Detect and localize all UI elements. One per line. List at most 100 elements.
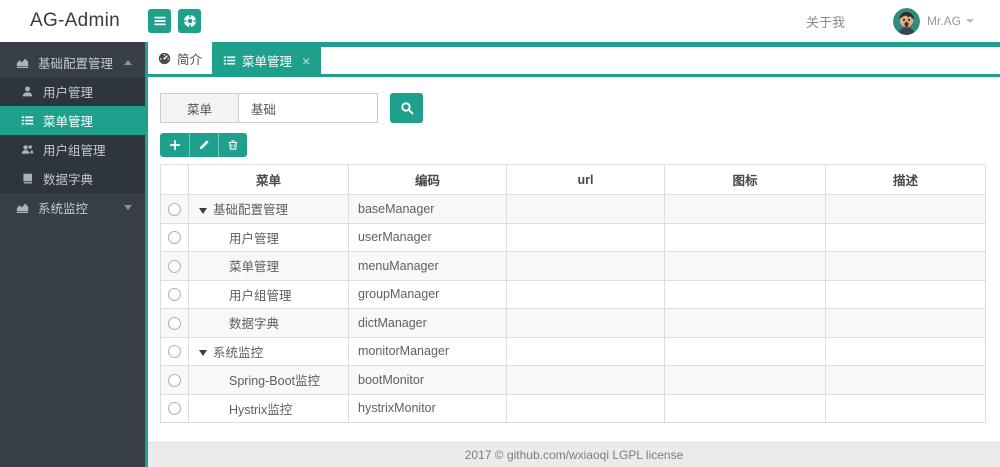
table-row: 菜单管理 menuManager <box>160 251 986 281</box>
menu-name: 用户管理 <box>229 231 280 246</box>
search-button[interactable] <box>390 93 423 123</box>
add-button[interactable] <box>160 133 189 157</box>
row-radio[interactable] <box>168 231 181 245</box>
sidebar-item-label: 用户管理 <box>43 86 94 100</box>
menu-icon <box>664 194 826 224</box>
trash-icon <box>227 139 239 151</box>
users-icon <box>21 143 34 156</box>
menu-desc <box>825 365 986 395</box>
menu-icon <box>664 308 826 338</box>
search-form: 菜单 <box>160 93 985 123</box>
search-input[interactable] <box>238 93 378 123</box>
search-field-label: 菜单 <box>160 93 238 123</box>
table-body: 基础配置管理 baseManager 用户管理 userManager 菜单管理 menu… <box>160 194 986 423</box>
menu-icon <box>664 365 826 395</box>
sidebar-item-label: 用户组管理 <box>43 144 106 158</box>
sidebar-item[interactable]: 基础配置管理 <box>0 48 145 77</box>
row-radio[interactable] <box>168 259 181 273</box>
menu-code: groupManager <box>348 279 507 309</box>
sidebar-item[interactable]: 系统监控 <box>0 193 145 222</box>
tab-content: 菜单 基础 菜单 编码 url 图标 描述 基础配置管理 baseManager… <box>148 77 1000 442</box>
sidebar-toggle-button[interactable] <box>148 9 171 33</box>
row-radio[interactable] <box>168 316 181 330</box>
pencil-icon <box>198 139 210 151</box>
bars-icon <box>153 14 167 28</box>
sidebar-item-label: 数据字典 <box>43 173 94 187</box>
chevron-down-icon <box>966 19 974 23</box>
footer: 2017 © github.com/wxiaoqi LGPL license <box>148 442 1000 467</box>
menu-name: 用户组管理 <box>229 288 292 303</box>
delete-button[interactable] <box>218 133 247 157</box>
user-icon <box>21 85 34 98</box>
chart-icon <box>16 201 29 214</box>
menu-name: 数据字典 <box>229 317 280 332</box>
sidebar-menu: 基础配置管理用户管理菜单管理用户组管理数据字典系统监控 <box>0 48 145 222</box>
menu-icon <box>664 251 826 281</box>
menu-url <box>506 222 665 252</box>
menu-url <box>506 251 665 281</box>
tab-label: 菜单管理 <box>242 55 293 69</box>
user-area: 关于我 Mr.AG <box>806 7 1000 35</box>
theme-button[interactable] <box>178 9 201 33</box>
sidebar-item-label: 菜单管理 <box>43 115 94 129</box>
close-icon[interactable]: × <box>302 54 310 68</box>
caret-down-icon[interactable] <box>199 350 207 357</box>
edit-button[interactable] <box>189 133 218 157</box>
sidebar-item[interactable]: 用户管理 <box>0 77 145 106</box>
search-icon <box>400 101 414 115</box>
sidebar-item[interactable]: 数据字典 <box>0 164 145 193</box>
row-radio[interactable] <box>168 402 181 416</box>
row-radio[interactable] <box>168 202 181 216</box>
menu-icon <box>664 336 826 366</box>
caret-down-icon <box>124 205 132 210</box>
table-row: 用户管理 userManager <box>160 222 986 252</box>
menu-code: hystrixMonitor <box>348 393 507 423</box>
menu-code: baseManager <box>348 194 507 224</box>
menu-code: bootMonitor <box>348 365 507 395</box>
table-row: 系统监控 monitorManager <box>160 336 986 366</box>
tab[interactable]: 菜单管理 × <box>212 47 322 74</box>
username[interactable]: Mr.AG <box>927 14 961 28</box>
life-ring-icon <box>183 14 197 28</box>
menu-name: 菜单管理 <box>229 260 280 275</box>
menu-icon <box>664 393 826 423</box>
avatar[interactable] <box>892 7 920 35</box>
menu-url <box>506 365 665 395</box>
row-radio[interactable] <box>168 373 181 387</box>
menu-url <box>506 393 665 423</box>
column-header-desc: 描述 <box>825 164 986 195</box>
about-me-link[interactable]: 关于我 <box>806 12 845 31</box>
menu-code: userManager <box>348 222 507 252</box>
sidebar-item[interactable]: 菜单管理 <box>0 106 145 135</box>
table-row: 用户组管理 groupManager <box>160 279 986 309</box>
chart-icon <box>16 56 29 69</box>
row-radio[interactable] <box>168 288 181 302</box>
column-header-icon: 图标 <box>664 164 826 195</box>
list-icon <box>21 114 34 127</box>
menu-desc <box>825 279 986 309</box>
menu-icon <box>664 279 826 309</box>
table-row: Hystrix监控 hystrixMonitor <box>160 393 986 423</box>
menu-code: monitorManager <box>348 336 507 366</box>
sidebar-item-label: 系统监控 <box>38 202 89 216</box>
gauge-icon <box>158 52 171 65</box>
list-icon <box>223 54 236 67</box>
menu-desc <box>825 194 986 224</box>
menu-desc <box>825 393 986 423</box>
caret-down-icon[interactable] <box>199 207 207 214</box>
table-row: 数据字典 dictManager <box>160 308 986 338</box>
menu-url <box>506 194 665 224</box>
menu-url <box>506 308 665 338</box>
search-input-group: 菜单 <box>160 93 378 123</box>
column-header-select <box>160 164 189 195</box>
tab[interactable]: 简介 <box>148 42 213 74</box>
sidebar-item[interactable]: 用户组管理 <box>0 135 145 164</box>
menu-desc <box>825 251 986 281</box>
row-radio[interactable] <box>168 345 181 359</box>
menu-icon <box>664 222 826 252</box>
table-header-row: 菜单 编码 url 图标 描述 <box>160 164 986 195</box>
tab-bar: 简介 菜单管理 × <box>148 42 1000 77</box>
top-navbar: AG-Admin 关于我 Mr.AG <box>0 0 1000 42</box>
menu-name: Hystrix监控 <box>229 402 293 417</box>
menu-desc <box>825 222 986 252</box>
